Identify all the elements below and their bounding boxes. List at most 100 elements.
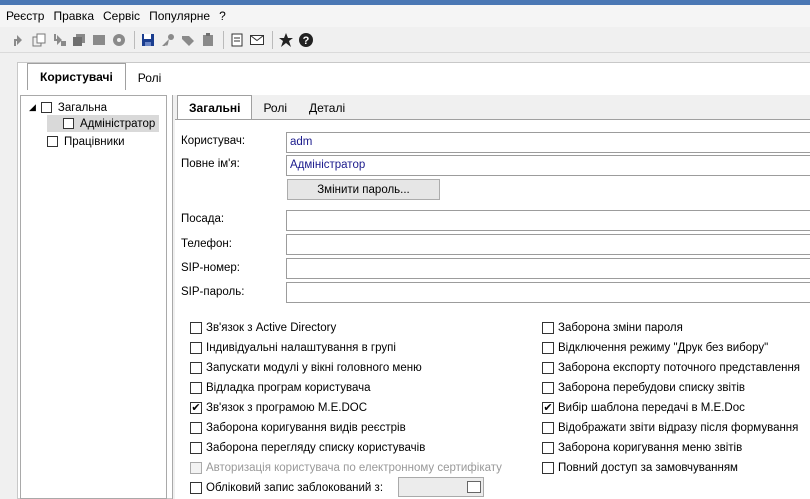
checkbox-active-directory[interactable]: Зв'язок з Active Directory [190,320,336,336]
checkbox-label: Повний доступ за замовчуванням [558,462,738,474]
checkbox-label: Відображати звіти відразу після формуван… [558,422,799,434]
menu-popular[interactable]: Популярне [149,9,210,23]
checkbox-forbid-export[interactable]: Заборона експорту поточного представленн… [542,360,800,376]
gear-icon[interactable] [110,31,128,49]
position-field[interactable] [286,210,810,231]
checkbox-box[interactable] [190,482,202,494]
checkbox-box[interactable] [190,382,202,394]
checkbox-box[interactable] [542,442,554,454]
checkbox-box[interactable] [190,322,202,334]
tree-node-label: Загальна [57,101,108,114]
fullname-field[interactable]: Адміністратор [286,155,810,176]
box-icon[interactable] [90,31,108,49]
checkbox-box[interactable] [190,342,202,354]
tree-checkbox[interactable] [47,136,58,147]
menu-service[interactable]: Сервіс [103,9,140,23]
tag-icon[interactable] [179,31,197,49]
sip-number-field[interactable] [286,258,810,279]
checkbox-box[interactable]: ✔ [542,402,554,414]
arrow-down-icon[interactable] [50,31,68,49]
checkbox-label: Заборона коригування видів реєстрів [206,422,406,434]
help-icon[interactable]: ? [297,31,315,49]
checkbox-label: Зв'язок з програмою M.E.DOC [206,402,368,414]
key-icon[interactable] [159,31,177,49]
checkbox-label: Відключення режиму "Друк без вибору" [558,342,769,354]
checkbox-box[interactable] [190,442,202,454]
menu-bar: Реєстр Правка Сервіс Популярне ? [0,5,810,27]
user-label: Користувач: [181,135,246,147]
checkbox-box[interactable] [542,422,554,434]
phone-field[interactable] [286,234,810,255]
checkbox-medoc-template[interactable]: ✔ Вибір шаблона передачі в M.E.Doc [542,400,745,416]
checkbox-label: Авторизація користувача по електронному … [206,462,502,474]
toolbar: ? [0,27,810,53]
sip-password-label: SIP-пароль: [181,286,245,298]
checkbox-box[interactable] [542,342,554,354]
checkbox-box[interactable] [190,422,202,434]
checkbox-debug[interactable]: Відладка програм користувача [190,380,371,396]
tree-checkbox[interactable] [63,118,74,129]
checkbox-individual-settings[interactable]: Індивідуальні налаштування в групі [190,340,396,356]
outer-tab-strip: Користувачі Ролі [17,62,173,90]
document-icon[interactable] [228,31,246,49]
calendar-icon[interactable] [467,481,481,493]
checkbox-forbid-user-list[interactable]: Заборона перегляду списку користувачів [190,440,425,456]
checkbox-label: Запускати модулі у вікні головного меню [206,362,422,374]
checkbox-forbid-registry-views[interactable]: Заборона коригування видів реєстрів [190,420,406,436]
checkbox-forbid-password-change[interactable]: Заборона зміни пароля [542,320,683,336]
tab-details[interactable]: Деталі [298,97,356,119]
checkbox-medoc-link[interactable]: ✔ Зв'язок з програмою M.E.DOC [190,400,367,416]
checkbox-box[interactable] [190,362,202,374]
arrow-up-icon[interactable] [10,31,28,49]
checkbox-certificate-auth: Авторизація користувача по електронному … [190,460,502,476]
checkbox-label: Заборона зміни пароля [558,322,683,334]
checkbox-label: Заборона коригування меню звітів [558,442,743,454]
checkbox-show-reports[interactable]: Відображати звіти відразу після формуван… [542,420,798,436]
checkbox-box[interactable] [542,362,554,374]
copy-icon[interactable] [30,31,48,49]
expand-triangle-icon[interactable]: ◢ [29,102,36,113]
tab-general[interactable]: Загальні [177,95,253,119]
checkbox-box[interactable] [542,382,554,394]
tree-node-admin[interactable]: Адміністратор [47,115,159,132]
checkbox-label: Індивідуальні налаштування в групі [206,342,396,354]
stack-icon[interactable] [70,31,88,49]
menu-registry[interactable]: Реєстр [6,9,44,23]
checkbox-box[interactable] [542,322,554,334]
tree-checkbox[interactable] [40,102,52,113]
checkbox-box[interactable]: ✔ [190,402,202,414]
change-password-button[interactable]: Змінити пароль... [287,179,440,200]
tree-node-label: Працівники [64,135,125,148]
sip-password-field[interactable] [286,282,810,303]
checkbox-label: Заборона експорту поточного представленн… [558,362,801,374]
tab-roles-inner[interactable]: Ролі [252,97,298,119]
tree-node-general[interactable]: ◢ Загальна [29,99,107,116]
checkbox-label: Відладка програм користувача [206,382,371,394]
user-field[interactable]: adm [286,132,810,153]
star-icon[interactable] [277,31,295,49]
envelope-icon[interactable] [248,31,266,49]
menu-edit[interactable]: Правка [53,9,94,23]
inner-tab-strip: Загальні Ролі Деталі [175,95,356,119]
checkbox-box[interactable] [542,462,554,474]
checkbox-label: Зв'язок з Active Directory [206,322,337,334]
tab-roles[interactable]: Ролі [126,65,174,90]
tree-node-workers[interactable]: Працівники [47,133,125,150]
tab-users[interactable]: Користувачі [27,63,126,90]
checkbox-label: Заборона перегляду списку користувачів [206,442,426,454]
checkbox-forbid-report-menu[interactable]: Заборона коригування меню звітів [542,440,742,456]
sip-number-label: SIP-номер: [181,262,241,274]
checkbox-account-locked[interactable]: Обліковий запис заблокований з: [190,480,383,496]
checkbox-disable-print-mode[interactable]: Відключення режиму "Друк без вибору" [542,340,768,356]
checkbox-forbid-report-rebuild[interactable]: Заборона перебудови списку звітів [542,380,745,396]
tree-node-label: Адміністратор [80,117,156,130]
menu-help[interactable]: ? [219,9,226,23]
checkbox-run-modules[interactable]: Запускати модулі у вікні головного меню [190,360,422,376]
save-icon[interactable] [139,31,157,49]
checkbox-label: Заборона перебудови списку звітів [558,382,746,394]
checkbox-label: Обліковий запис заблокований з: [206,482,384,494]
checkbox-full-access[interactable]: Повний доступ за замовчуванням [542,460,738,476]
toolbar-separator [272,30,273,49]
position-label: Посада: [181,213,225,225]
clipboard-icon[interactable] [199,31,217,49]
